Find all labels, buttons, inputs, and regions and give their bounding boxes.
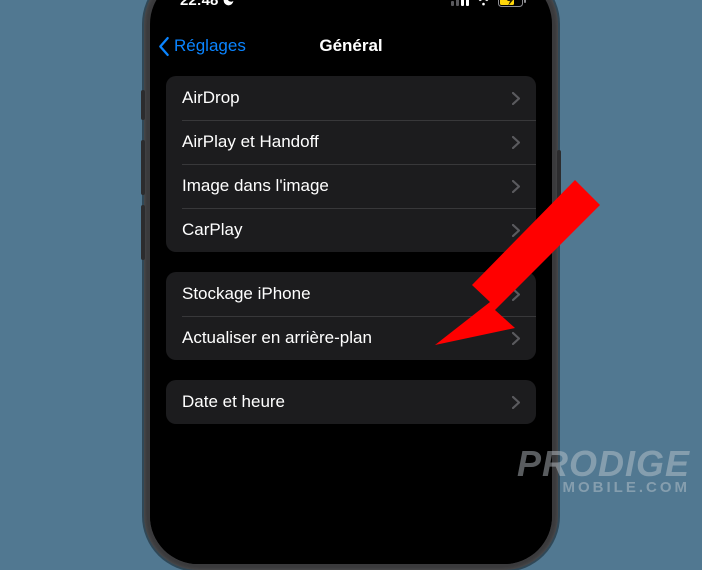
notch — [261, 0, 441, 8]
settings-group: Stockage iPhone Actualiser en arrière-pl… — [166, 272, 536, 360]
settings-group: AirDrop AirPlay et Handoff Image dans l'… — [166, 76, 536, 252]
page-title: Général — [150, 36, 552, 56]
row-label: Image dans l'image — [182, 176, 329, 196]
row-background-app-refresh[interactable]: Actualiser en arrière-plan — [166, 316, 536, 360]
settings-group: Date et heure — [166, 380, 536, 424]
row-label: Stockage iPhone — [182, 284, 311, 304]
mute-switch — [141, 90, 145, 120]
row-airdrop[interactable]: AirDrop — [166, 76, 536, 120]
row-label: AirDrop — [182, 88, 240, 108]
row-label: AirPlay et Handoff — [182, 132, 319, 152]
chevron-right-icon — [512, 224, 520, 237]
chevron-right-icon — [512, 136, 520, 149]
row-iphone-storage[interactable]: Stockage iPhone — [166, 272, 536, 316]
chevron-right-icon — [512, 180, 520, 193]
chevron-right-icon — [512, 92, 520, 105]
chevron-right-icon — [512, 288, 520, 301]
power-button — [557, 150, 561, 235]
chevron-right-icon — [512, 332, 520, 345]
row-label: CarPlay — [182, 220, 242, 240]
row-date-time[interactable]: Date et heure — [166, 380, 536, 424]
phone-frame: 22:48 — [144, 0, 558, 570]
cellular-signal-icon — [451, 0, 469, 6]
row-picture-in-picture[interactable]: Image dans l'image — [166, 164, 536, 208]
volume-up-button — [141, 140, 145, 195]
watermark: PRODIGE MOBILE.COM — [517, 448, 690, 494]
volume-down-button — [141, 205, 145, 260]
row-airplay-handoff[interactable]: AirPlay et Handoff — [166, 120, 536, 164]
do-not-disturb-icon — [222, 0, 235, 7]
wifi-icon — [475, 0, 492, 6]
chevron-right-icon — [512, 396, 520, 409]
navigation-bar: Réglages Général — [150, 24, 552, 68]
battery-charging-icon — [498, 0, 528, 7]
row-label: Actualiser en arrière-plan — [182, 328, 372, 348]
row-carplay[interactable]: CarPlay — [166, 208, 536, 252]
watermark-line1: PRODIGE — [517, 448, 690, 480]
row-label: Date et heure — [182, 392, 285, 412]
status-time: 22:48 — [180, 0, 218, 9]
